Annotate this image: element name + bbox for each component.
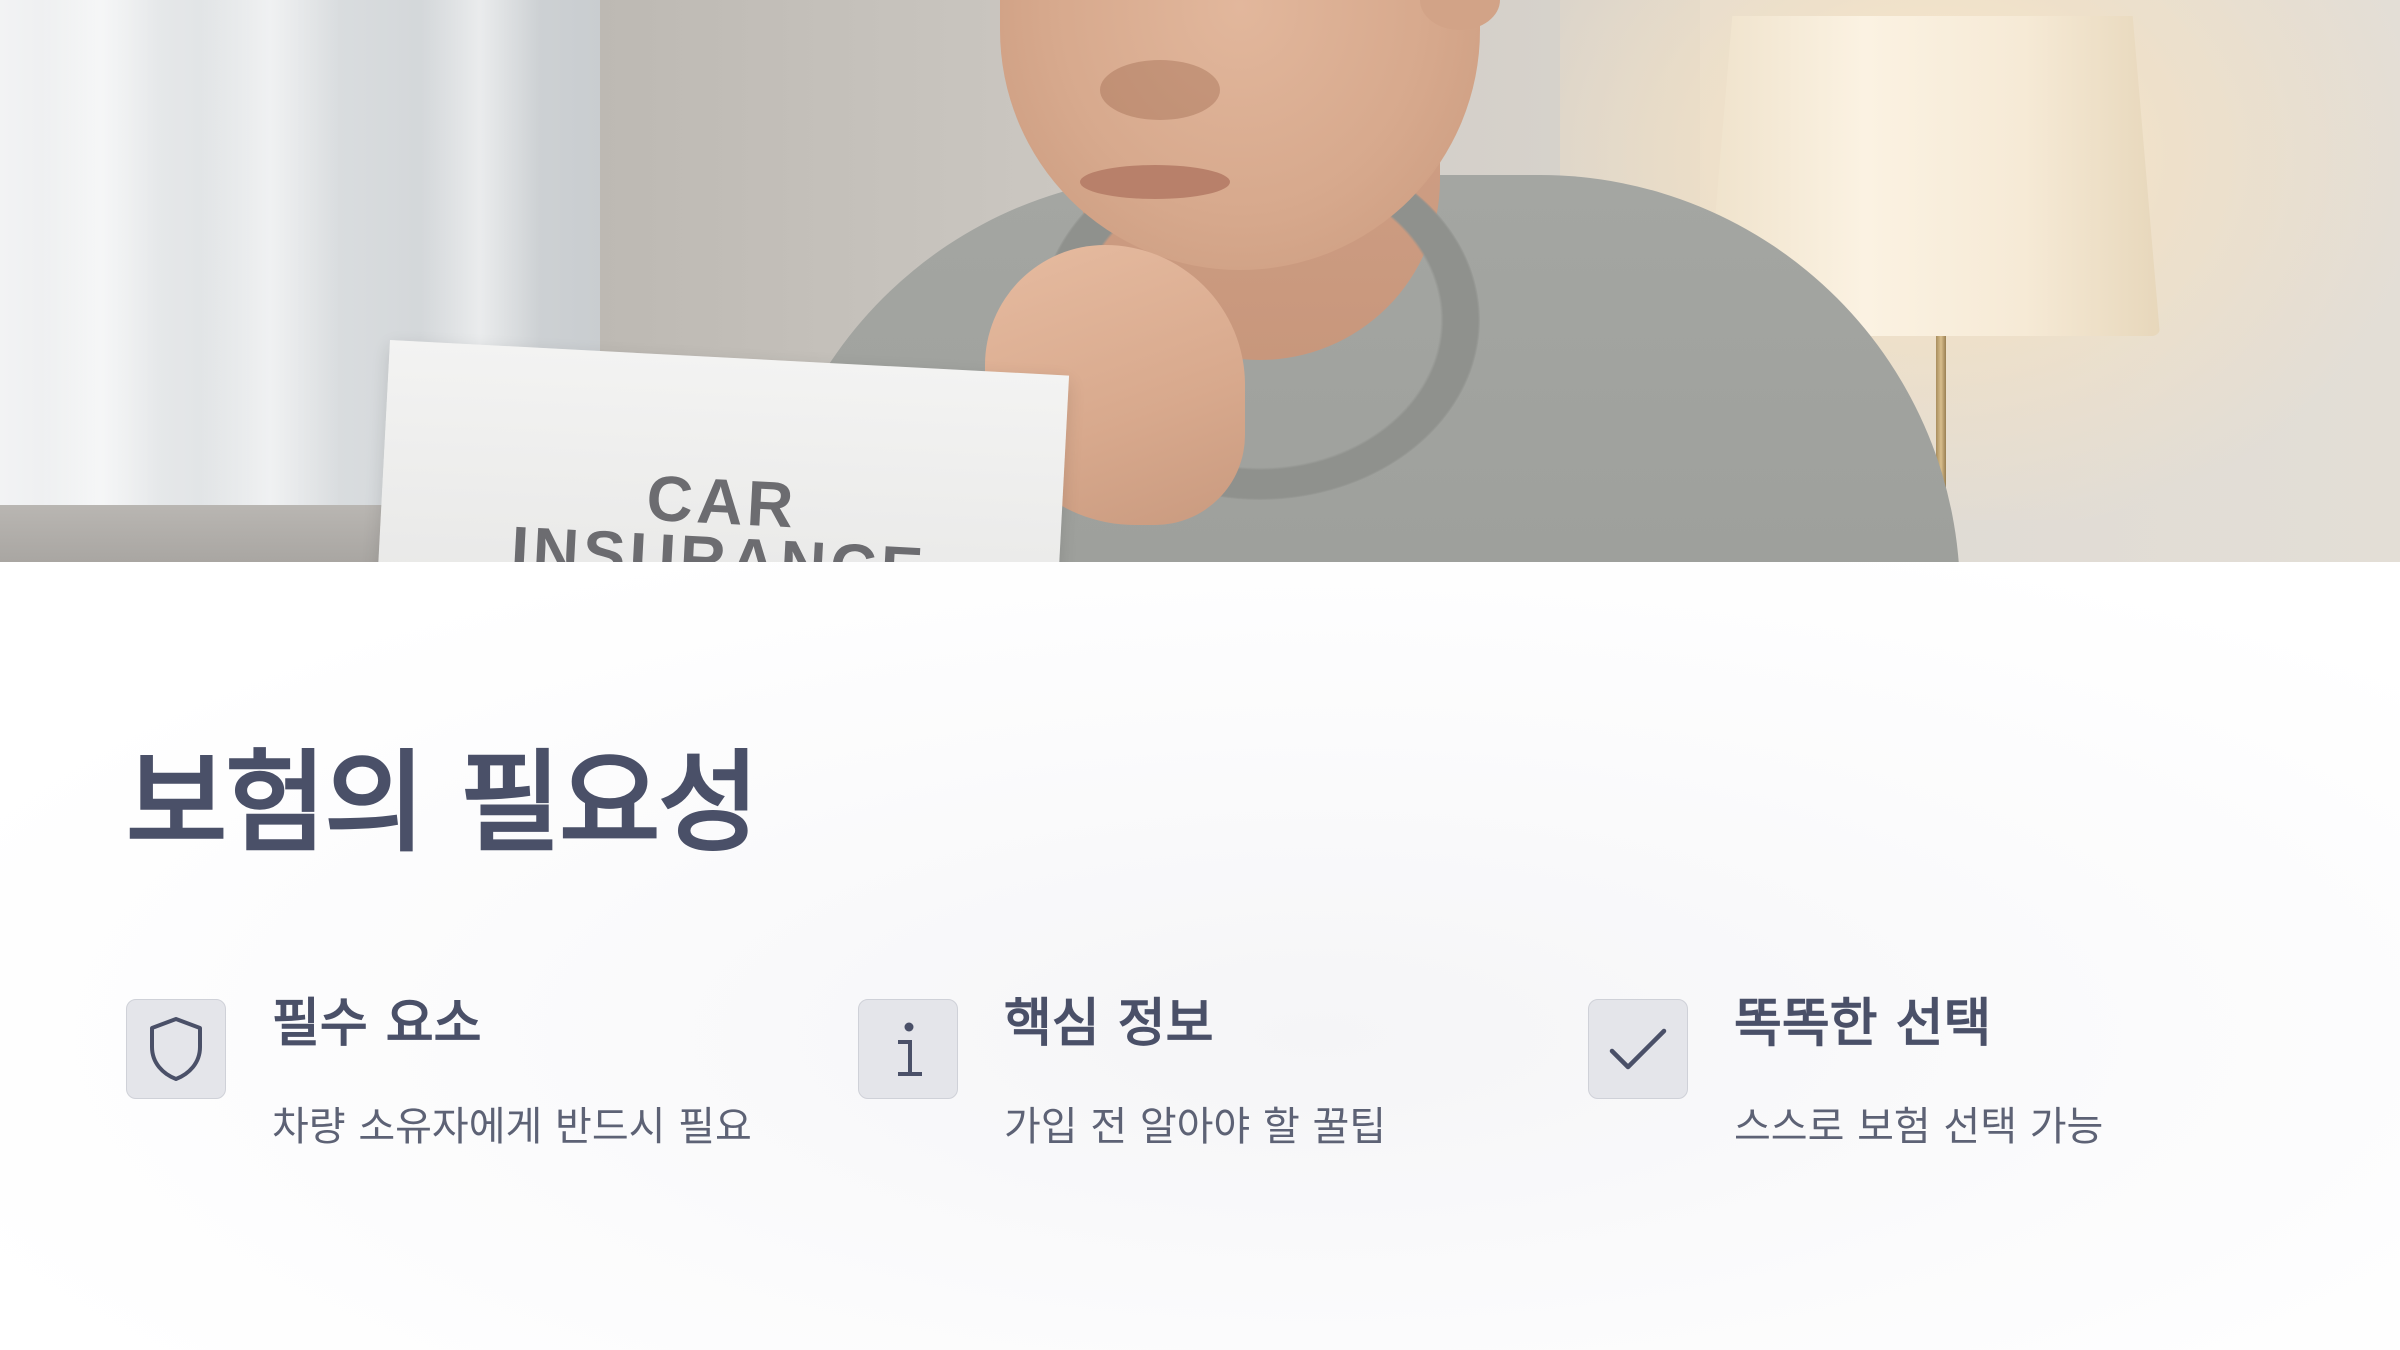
info-icon (858, 999, 958, 1099)
check-icon (1588, 999, 1688, 1099)
person-nose (1100, 60, 1220, 120)
shield-icon (126, 999, 226, 1099)
feature-title: 필수 요소 (272, 994, 482, 1054)
feature-title: 똑똑한 선택 (1734, 994, 1992, 1054)
curtain-fold (200, 0, 340, 520)
insurance-document: CAR INSURANCE (374, 340, 1070, 562)
feature-card-info: 핵심 정보 가입 전 알아야 할 꿀팁 (858, 994, 1508, 1199)
curtain-fold (40, 0, 160, 520)
feature-card-essential: 필수 요소 차량 소유자에게 반드시 필요 (126, 994, 776, 1199)
feature-description: 차량 소유자에게 반드시 필요 (272, 1104, 752, 1150)
hero-photo: CAR INSURANCE (0, 0, 2400, 562)
feature-description: 가입 전 알아야 할 꿀팁 (1004, 1104, 1387, 1150)
feature-title: 핵심 정보 (1004, 994, 1214, 1054)
content-section: 보험의 필요성 필수 요소 차량 소유자에게 반드시 필요 핵심 정보 가입 전… (0, 562, 2400, 1350)
person-lips (1080, 165, 1230, 199)
feature-description: 스스로 보험 선택 가능 (1734, 1104, 2104, 1150)
feature-card-choice: 똑똑한 선택 스스로 보험 선택 가능 (1588, 994, 2238, 1199)
section-title: 보험의 필요성 (126, 739, 759, 867)
document-heading: CAR INSURANCE (378, 455, 1063, 562)
